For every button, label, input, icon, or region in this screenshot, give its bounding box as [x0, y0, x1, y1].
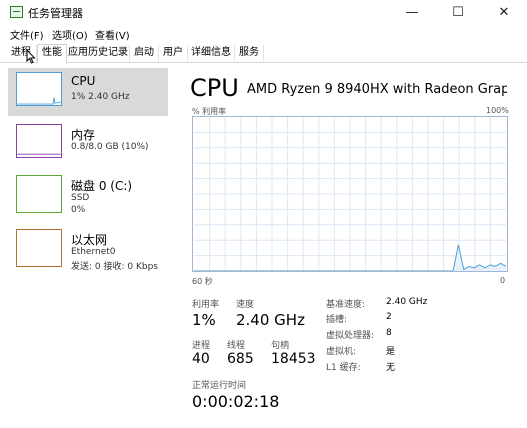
sidebar-item-ethernet[interactable]: 以太网 Ethernet0 发送: 0 接收: 0 Kbps	[8, 225, 168, 273]
sidebar-item-detail: Ethernet0	[71, 247, 116, 257]
spec-value: 8	[386, 328, 392, 338]
spec-value: 无	[386, 363, 396, 373]
spec-value: 2	[386, 312, 392, 322]
menu-options[interactable]: 选项(O)	[52, 27, 88, 42]
utilization-label: 利用率	[192, 300, 220, 310]
tab-app-history[interactable]: 应用历史记录	[67, 45, 130, 61]
tab-users[interactable]: 用户	[159, 45, 188, 61]
threads-label: 线程	[227, 341, 246, 351]
cpu-model-name: AMD Ryzen 9 8940HX with Radeon Graph...	[247, 82, 507, 97]
spec-label: 基准速度:	[326, 300, 366, 310]
tab-startup[interactable]: 启动	[130, 45, 159, 61]
memory-thumbnail-graph	[16, 124, 62, 158]
menu-view[interactable]: 查看(V)	[95, 27, 130, 42]
y-axis-max-label: 100%	[486, 106, 509, 115]
x-axis-label: 60 秒	[192, 277, 213, 286]
sidebar-item-detail: SSD	[71, 193, 90, 203]
page-title: CPU	[190, 74, 239, 102]
sidebar-item-detail: 1% 2.40 GHz	[71, 92, 130, 102]
handles-value: 18453	[271, 351, 316, 367]
ethernet-thumbnail-graph	[16, 229, 62, 267]
speed-value: 2.40 GHz	[236, 311, 305, 329]
mouse-cursor-icon	[26, 49, 36, 64]
tab-details[interactable]: 详细信息	[188, 45, 235, 61]
uptime-value: 0:00:02:18	[192, 392, 280, 411]
spec-label: 虚拟机:	[326, 347, 357, 357]
sidebar-item-memory[interactable]: 内存 0.8/8.0 GB (10%)	[8, 120, 168, 168]
sidebar-item-label: CPU	[71, 74, 96, 88]
tab-performance[interactable]: 性能	[37, 44, 67, 64]
spec-value: 是	[386, 347, 396, 357]
x-axis-min-label: 0	[500, 276, 506, 285]
window-title: 任务管理器	[28, 7, 83, 20]
spec-value: 2.40 GHz	[386, 297, 428, 307]
speed-label: 速度	[236, 300, 255, 310]
maximize-button[interactable]: ☐	[435, 0, 481, 26]
processes-label: 进程	[192, 341, 211, 351]
tab-services[interactable]: 服务	[235, 45, 264, 61]
minimize-button[interactable]: —	[389, 0, 435, 26]
spec-label: 插槽:	[326, 315, 348, 325]
disk-thumbnail-graph	[16, 175, 62, 213]
uptime-label: 正常运行时间	[192, 381, 247, 391]
utilization-value: 1%	[192, 311, 216, 329]
sidebar-item-label: 磁盘 0 (C:)	[71, 179, 133, 193]
spec-label: 虚拟处理器:	[326, 331, 375, 341]
processes-value: 40	[192, 351, 210, 367]
menu-file[interactable]: 文件(F)	[10, 27, 44, 42]
title-bar: 任务管理器 — ☐ ✕	[0, 0, 527, 26]
resource-sidebar: CPU 1% 2.40 GHz 内存 0.8/8.0 GB (10%) 磁盘 0…	[8, 68, 168, 278]
spec-label: L1 缓存:	[326, 363, 361, 373]
tab-bar: 进程 性能 应用历史记录 启动 用户 详细信息 服务	[0, 43, 527, 64]
threads-value: 685	[227, 351, 254, 367]
cpu-utilization-graph	[192, 116, 508, 272]
sidebar-item-detail: 0.8/8.0 GB (10%)	[71, 142, 149, 152]
sidebar-item-disk[interactable]: 磁盘 0 (C:) SSD 0%	[8, 171, 168, 219]
menu-bar: 文件(F) 选项(O) 查看(V)	[0, 26, 527, 42]
sidebar-item-cpu[interactable]: CPU 1% 2.40 GHz	[8, 68, 168, 116]
cpu-thumbnail-graph	[16, 72, 62, 106]
task-manager-icon	[10, 6, 23, 18]
sidebar-item-label: 内存	[71, 128, 96, 142]
sidebar-item-detail-2: 发送: 0 接收: 0 Kbps	[71, 262, 158, 272]
sidebar-item-label: 以太网	[71, 233, 108, 247]
close-button[interactable]: ✕	[481, 0, 527, 26]
sidebar-item-detail-2: 0%	[71, 205, 86, 215]
handles-label: 句柄	[271, 341, 290, 351]
